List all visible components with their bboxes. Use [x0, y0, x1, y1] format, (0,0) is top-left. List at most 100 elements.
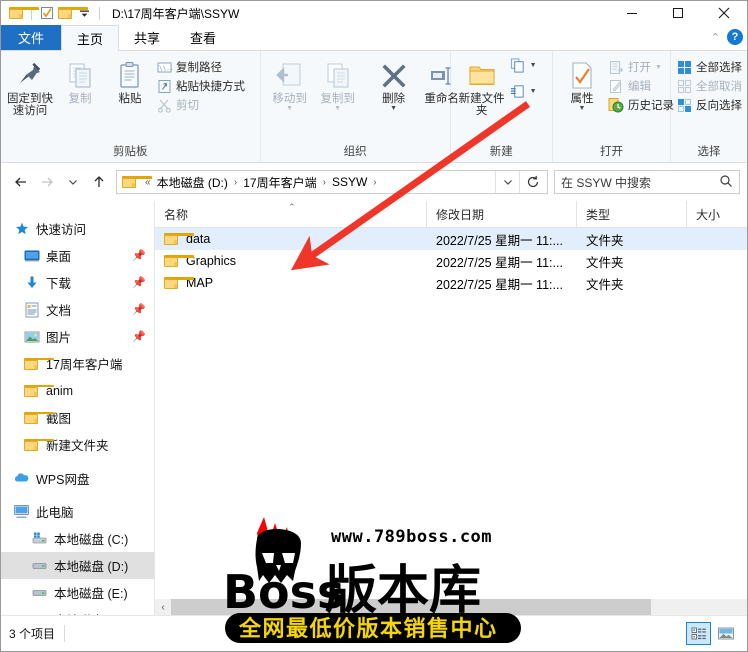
tab-home[interactable]: 主页: [61, 25, 120, 51]
tab-file[interactable]: 文件: [1, 25, 62, 50]
move-to-button[interactable]: 移动到 ▼: [266, 55, 314, 112]
copy-to-button[interactable]: 复制到 ▼: [314, 55, 362, 112]
horizontal-scrollbar[interactable]: ‹: [155, 599, 747, 615]
chevron-right-icon[interactable]: ›: [369, 177, 380, 188]
sidebar-item-pictures[interactable]: 图片 📌: [1, 323, 154, 350]
sidebar-item-screenshots[interactable]: 截图: [1, 404, 154, 431]
sidebar-item-drive-f[interactable]: 本地磁盘 (F:): [1, 606, 154, 615]
chevron-down-icon[interactable]: ▼: [390, 105, 397, 112]
column-header-type[interactable]: 类型: [577, 200, 687, 228]
chevron-up-icon[interactable]: ⌃: [711, 31, 720, 44]
sidebar-item-drive-e[interactable]: 本地磁盘 (E:): [1, 579, 154, 606]
table-row[interactable]: MAP 2022/7/25 星期一 11:... 文件夹: [155, 272, 747, 294]
new-folder-label: 新建文件夹: [458, 93, 505, 117]
breadcrumb-item-current[interactable]: SSYW: [330, 175, 369, 189]
table-row[interactable]: Graphics 2022/7/25 星期一 11:... 文件夹: [155, 250, 747, 272]
scrollbar-thumb[interactable]: [171, 599, 651, 615]
close-button[interactable]: [701, 1, 747, 25]
sidebar-item-desktop[interactable]: 桌面 📌: [1, 242, 154, 269]
folder-icon[interactable]: [8, 5, 39, 22]
copy-path-button[interactable]: \\.. 复制路径: [156, 59, 245, 75]
cloud-icon: [13, 470, 30, 487]
up-button[interactable]: [86, 169, 112, 195]
invert-selection-button[interactable]: 反向选择: [676, 97, 742, 113]
folder-icon: [164, 233, 194, 245]
pin-icon[interactable]: 📌: [132, 330, 146, 343]
maximize-button[interactable]: [655, 1, 701, 25]
properties-button[interactable]: 属性 ▼: [558, 55, 606, 112]
move-to-icon: [275, 59, 305, 93]
breadcrumb-item-folder[interactable]: 17周年客户端: [241, 174, 318, 191]
sidebar-item-label: 图片: [46, 331, 72, 345]
new-item-button[interactable]: ▼: [510, 57, 537, 73]
sidebar-item-downloads[interactable]: 下载 📌: [1, 269, 154, 296]
scroll-left-arrow-icon[interactable]: ‹: [155, 602, 171, 613]
sidebar-item-label: 下载: [46, 277, 72, 291]
history-button[interactable]: 历史记录: [608, 97, 674, 113]
chevron-down-icon[interactable]: ▼: [334, 105, 341, 112]
paste-button[interactable]: 粘贴: [106, 55, 154, 105]
quick-access-star-icon: [13, 220, 30, 237]
properties-checkbox-icon[interactable]: [38, 5, 55, 22]
file-type: 文件夹: [586, 277, 624, 292]
sidebar-item-this-pc[interactable]: 此电脑: [1, 498, 154, 525]
minimize-button[interactable]: [609, 1, 655, 25]
chevron-down-icon[interactable]: ▼: [530, 88, 537, 95]
select-none-button[interactable]: 全部取消: [676, 78, 742, 94]
breadcrumb-bar[interactable]: « 本地磁盘 (D:) › 17周年客户端 › SSYW ›: [116, 170, 548, 194]
refresh-button[interactable]: [519, 171, 545, 193]
sidebar-item-documents[interactable]: 文档 📌: [1, 296, 154, 323]
cut-button[interactable]: 剪切: [156, 97, 245, 113]
delete-button[interactable]: 删除 ▼: [370, 55, 418, 112]
sidebar-item-17th-client[interactable]: 17周年客户端: [1, 350, 154, 377]
sidebar-item-label: WPS网盘: [36, 473, 90, 487]
copy-button[interactable]: 复制: [56, 55, 104, 105]
pin-icon[interactable]: 📌: [132, 276, 146, 289]
delete-x-icon: [379, 59, 409, 93]
pictures-icon: [23, 328, 40, 345]
new-folder-button[interactable]: 新建文件夹: [456, 55, 508, 117]
forward-button[interactable]: [34, 169, 60, 195]
chevron-down-icon[interactable]: ▼: [286, 105, 293, 112]
search-box[interactable]: 在 SSYW 中搜索: [554, 170, 740, 194]
select-none-icon: [676, 78, 692, 94]
pin-to-quick-access-button[interactable]: 固定到快速访问: [6, 55, 54, 117]
sidebar-item-wps-cloud[interactable]: WPS网盘: [1, 465, 154, 492]
title-bar: D:\17周年客户端\SSYW: [1, 1, 747, 25]
details-view-button[interactable]: [686, 622, 711, 645]
edit-button[interactable]: 编辑: [608, 78, 674, 94]
tab-view[interactable]: 查看: [175, 25, 231, 50]
open-button[interactable]: 打开 ▼: [608, 59, 674, 75]
pin-icon[interactable]: 📌: [132, 303, 146, 316]
sidebar-item-drive-c[interactable]: 本地磁盘 (C:): [1, 525, 154, 552]
column-header-size[interactable]: 大小: [687, 201, 747, 228]
sidebar-item-new-folder[interactable]: 新建文件夹: [1, 431, 154, 458]
drive-icon: [31, 584, 48, 601]
open-label: 打开: [628, 62, 651, 74]
tab-share[interactable]: 共享: [119, 25, 175, 50]
easy-access-button[interactable]: ▼: [510, 83, 537, 99]
select-all-button[interactable]: 全部选择: [676, 59, 742, 75]
large-icons-view-button[interactable]: [713, 622, 738, 645]
sidebar-item-label: 文档: [46, 304, 72, 318]
pin-icon[interactable]: 📌: [132, 249, 146, 262]
search-icon[interactable]: [719, 174, 733, 191]
recent-locations-button[interactable]: [60, 169, 86, 195]
back-button[interactable]: [8, 169, 34, 195]
sidebar-item-drive-d[interactable]: 本地磁盘 (D:): [1, 552, 154, 579]
breadcrumb-item-drive[interactable]: 本地磁盘 (D:): [155, 174, 230, 191]
new-folder-icon[interactable]: [57, 5, 88, 22]
sidebar-item-quick-access[interactable]: 快速访问: [1, 215, 154, 242]
help-icon[interactable]: ?: [727, 29, 743, 45]
open-small-commands: 打开 ▼ 编辑 历史记录: [608, 55, 674, 113]
ribbon-group-open: 属性 ▼ 打开 ▼ 编辑 历史记录 打开: [553, 51, 674, 162]
chevron-down-icon[interactable]: ▼: [579, 105, 586, 112]
paste-shortcut-button[interactable]: 粘贴快捷方式: [156, 78, 245, 94]
column-header-modified[interactable]: 修改日期: [427, 200, 577, 228]
search-input[interactable]: 在 SSYW 中搜索: [561, 174, 719, 191]
chevron-down-icon[interactable]: ▼: [655, 64, 662, 71]
chevron-down-icon[interactable]: ▼: [530, 62, 537, 69]
table-row[interactable]: data 2022/7/25 星期一 11:... 文件夹: [155, 228, 747, 250]
sidebar-item-anim[interactable]: anim: [1, 377, 154, 404]
address-dropdown-button[interactable]: [495, 171, 519, 193]
